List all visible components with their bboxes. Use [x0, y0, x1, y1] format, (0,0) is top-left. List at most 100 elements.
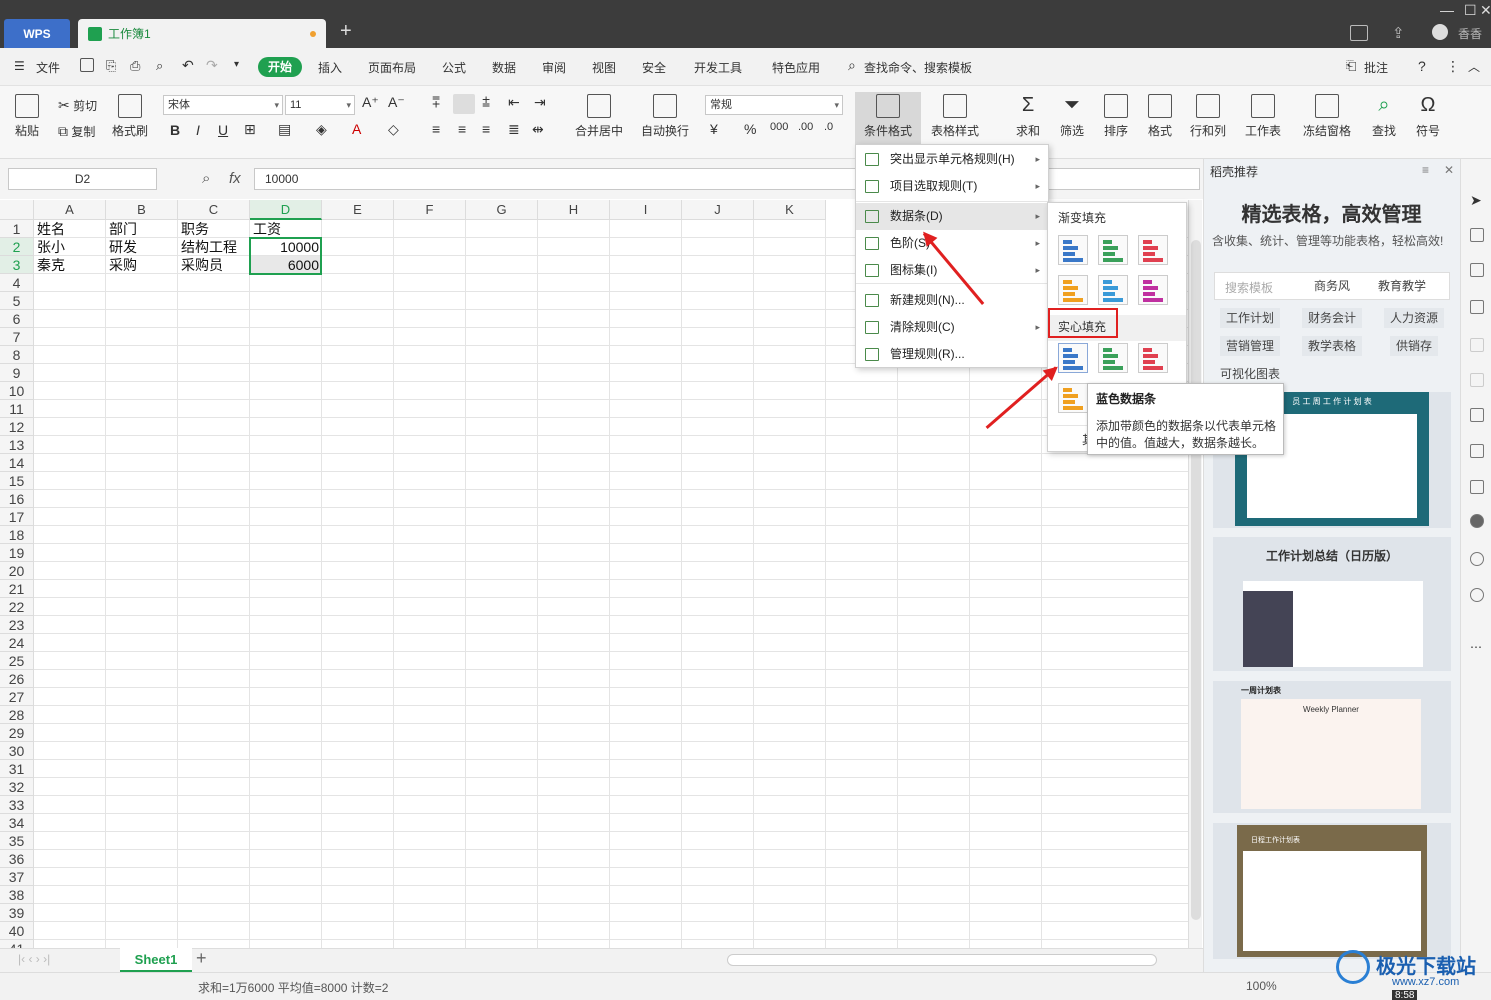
row-header-7[interactable]: 7 [0, 328, 34, 346]
wrap-text-button[interactable]: 自动换行 [640, 94, 690, 139]
align-left-icon[interactable]: ≡ [432, 121, 440, 137]
solid-databar-0[interactable] [1058, 343, 1088, 373]
row-header-18[interactable]: 18 [0, 526, 34, 544]
horizontal-scrollbar[interactable] [727, 954, 1157, 966]
templates-icon[interactable] [1470, 514, 1484, 528]
document-tab[interactable]: 工作簿1 [78, 19, 326, 48]
row-header-33[interactable]: 33 [0, 796, 34, 814]
row-header-31[interactable]: 31 [0, 760, 34, 778]
border-icon[interactable]: ⊞ [244, 121, 256, 138]
cell-C1[interactable]: 职务 [178, 220, 250, 238]
row-header-39[interactable]: 39 [0, 904, 34, 922]
quick-access-dropdown-icon[interactable]: ▾ [234, 59, 239, 70]
table-icon[interactable] [1470, 300, 1484, 314]
align-top-icon[interactable]: ⩱ [432, 94, 440, 111]
panel-close-icon[interactable]: ✕ [1444, 163, 1454, 177]
gradient-databar-0[interactable] [1058, 235, 1088, 265]
window-layout-icon[interactable] [1350, 25, 1368, 41]
column-header-D[interactable]: D [250, 200, 322, 220]
row-header-15[interactable]: 15 [0, 472, 34, 490]
formula-input[interactable]: 10000 [254, 168, 1200, 190]
tab-formulas[interactable]: 公式 [442, 59, 466, 76]
solid-databar-1[interactable] [1098, 343, 1128, 373]
decrease-font-icon[interactable]: A⁻ [388, 94, 405, 111]
fx-icon[interactable]: fx [229, 170, 241, 187]
number-format-select[interactable]: 常规 [705, 95, 843, 115]
row-header-5[interactable]: 5 [0, 292, 34, 310]
font-color-icon[interactable]: A [352, 121, 361, 137]
row-header-13[interactable]: 13 [0, 436, 34, 454]
font-name-select[interactable]: 宋体 [163, 95, 283, 115]
indent-decrease-icon[interactable]: ⇤ [508, 94, 520, 111]
maximize-icon[interactable]: ☐ [1464, 2, 1477, 19]
column-header-C[interactable]: C [178, 200, 250, 220]
shirt-icon[interactable]: ⇪ [1392, 24, 1405, 42]
gradient-databar-1[interactable] [1098, 235, 1128, 265]
vertical-scroll-thumb[interactable] [1191, 240, 1201, 920]
tab-data[interactable]: 数据 [492, 59, 516, 76]
row-header-29[interactable]: 29 [0, 724, 34, 742]
justify-icon[interactable]: ≣ [508, 121, 520, 138]
export-icon[interactable]: ⎘ [106, 58, 116, 74]
gradient-databar-4[interactable] [1098, 275, 1128, 305]
solid-databar-2[interactable] [1138, 343, 1168, 373]
style-icon[interactable] [1470, 263, 1484, 277]
cell-B3[interactable]: 采购 [106, 256, 178, 274]
vertical-scrollbar[interactable] [1188, 200, 1202, 948]
sheet-tab[interactable]: Sheet1 [120, 948, 192, 972]
history-icon[interactable] [1470, 552, 1484, 566]
minimize-icon[interactable]: — [1440, 2, 1454, 18]
italic-icon[interactable]: I [196, 122, 200, 138]
chart-icon[interactable] [1470, 338, 1484, 352]
add-sheet-button[interactable]: + [196, 948, 207, 969]
align-right-icon[interactable]: ≡ [482, 121, 490, 137]
column-header-H[interactable]: H [538, 200, 610, 220]
table-style-button[interactable]: 表格样式 [926, 94, 984, 139]
font-size-select[interactable]: 11 [285, 95, 355, 115]
row-header-35[interactable]: 35 [0, 832, 34, 850]
cond-menu-item-2[interactable]: 数据条(D) ▸ [856, 203, 1048, 230]
chip-business[interactable]: 商务风 [1308, 276, 1356, 296]
column-header-B[interactable]: B [106, 200, 178, 220]
gradient-databar-3[interactable] [1058, 275, 1088, 305]
cut-button[interactable]: ✂ 剪切 [58, 97, 97, 114]
row-header-20[interactable]: 20 [0, 562, 34, 580]
align-middle-icon[interactable] [453, 94, 475, 114]
format-button[interactable]: 格式 [1142, 94, 1178, 139]
shapes-icon[interactable] [1470, 228, 1484, 242]
new-tab-button[interactable]: + [340, 20, 352, 43]
merge-center-button[interactable]: 合并居中 [570, 94, 628, 139]
column-header-K[interactable]: K [754, 200, 826, 220]
panel-menu-icon[interactable]: ≡ [1422, 163, 1429, 177]
chip-visual[interactable]: 可视化图表 [1214, 364, 1286, 384]
template-card-2[interactable]: 工作计划总结（日历版） [1213, 537, 1451, 671]
template-card-3[interactable]: 一周计划表 Weekly Planner [1213, 681, 1451, 813]
row-header-8[interactable]: 8 [0, 346, 34, 364]
user-avatar[interactable] [1432, 24, 1448, 40]
row-header-24[interactable]: 24 [0, 634, 34, 652]
column-header-A[interactable]: A [34, 200, 106, 220]
cell-A3[interactable]: 秦克 [34, 256, 106, 274]
redo-icon[interactable]: ↷ [206, 57, 218, 74]
column-header-J[interactable]: J [682, 200, 754, 220]
wps-home-tab[interactable]: WPS [4, 19, 70, 48]
select-all-corner[interactable] [0, 200, 34, 220]
percent-icon[interactable]: % [744, 121, 756, 137]
decrease-decimal-icon[interactable]: .0 [824, 121, 833, 133]
cond-menu-item-0[interactable]: 突出显示单元格规则(H) ▸ [856, 146, 1048, 173]
more-tools-icon[interactable]: ⋯ [1470, 640, 1484, 654]
row-header-22[interactable]: 22 [0, 598, 34, 616]
comment-button[interactable]: 批注 [1364, 59, 1388, 76]
row-header-41[interactable]: 41 [0, 940, 34, 948]
user-name[interactable]: 香香 [1458, 25, 1482, 42]
row-header-30[interactable]: 30 [0, 742, 34, 760]
row-header-37[interactable]: 37 [0, 868, 34, 886]
column-header-G[interactable]: G [466, 200, 538, 220]
file-menu[interactable]: 文件 [36, 59, 60, 76]
cond-menu-item-1[interactable]: 项目选取规则(T) ▸ [856, 173, 1048, 200]
cell-A1[interactable]: 姓名 [34, 220, 106, 238]
cond-menu-item-4[interactable]: 图标集(I) ▸ [856, 257, 1048, 284]
freeze-panes-button[interactable]: 冻结窗格 [1298, 94, 1356, 139]
row-header-26[interactable]: 26 [0, 670, 34, 688]
thousands-icon[interactable]: 000 [770, 121, 788, 133]
